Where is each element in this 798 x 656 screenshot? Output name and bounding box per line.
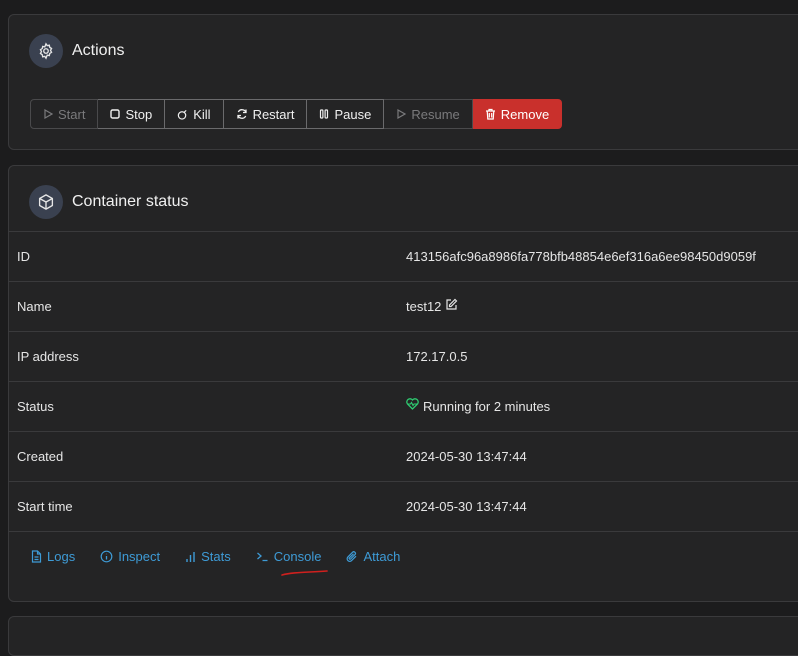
remove-button-label: Remove — [500, 106, 550, 122]
start-button-label: Start — [58, 106, 86, 122]
terminal-icon — [256, 552, 268, 562]
created-value: 2024-05-30 13:47:44 — [406, 449, 527, 464]
kill-button[interactable]: Kill — [165, 99, 224, 129]
actions-title: Actions — [72, 42, 125, 59]
console-link[interactable]: Console — [256, 549, 322, 564]
restart-button[interactable]: Restart — [223, 99, 308, 129]
file-icon — [31, 550, 42, 563]
action-button-group: Start Stop Kill Restart Pause Resume Rem… — [30, 99, 563, 129]
id-label: ID — [17, 249, 30, 264]
remove-button[interactable]: Remove — [472, 99, 563, 129]
status-row-start-time: Start time 2024-05-30 13:47:44 — [9, 481, 798, 531]
logs-link[interactable]: Logs — [31, 549, 75, 564]
play-icon — [397, 109, 407, 119]
ip-value: 172.17.0.5 — [406, 349, 468, 364]
resume-button-label: Resume — [411, 106, 460, 122]
red-underline-annotation — [281, 570, 328, 576]
status-row-id: ID 413156afc96a8986fa778bfb48854e6ef316a… — [9, 231, 798, 281]
inspect-link-label: Inspect — [118, 549, 161, 564]
next-panel — [8, 616, 798, 656]
container-status-panel: Container status ID 413156afc96a8986fa77… — [8, 165, 798, 602]
play-icon — [44, 109, 53, 119]
paperclip-icon — [347, 551, 357, 562]
stats-link[interactable]: Stats — [185, 549, 231, 564]
container-status-header: Container status — [29, 185, 189, 219]
trash-icon — [485, 108, 495, 120]
edit-icon[interactable] — [445, 298, 458, 311]
cube-icon — [29, 185, 63, 219]
status-row-name: Name test12 — [9, 281, 798, 331]
ip-label: IP address — [17, 349, 79, 364]
name-value-wrap: test12 — [406, 298, 458, 314]
stats-link-label: Stats — [201, 549, 231, 564]
name-value: test12 — [406, 299, 442, 314]
created-label: Created — [17, 449, 64, 464]
container-links: Logs Inspect Stats Console Attach — [31, 549, 400, 564]
refresh-icon — [236, 109, 247, 119]
status-table: ID 413156afc96a8986fa778bfb48854e6ef316a… — [9, 231, 798, 532]
pause-icon — [320, 109, 329, 119]
id-value: 413156afc96a8986fa778bfb48854e6ef316a6ee… — [406, 249, 756, 264]
bomb-icon — [177, 109, 187, 120]
bar-chart-icon — [186, 551, 195, 562]
pause-button-label: Pause — [334, 106, 372, 122]
status-value-wrap: Running for 2 minutes — [406, 398, 551, 414]
info-icon — [100, 550, 113, 563]
resume-button[interactable]: Resume — [384, 99, 473, 129]
status-row-created: Created 2024-05-30 13:47:44 — [9, 431, 798, 481]
status-row-status: Status Running for 2 minutes — [9, 381, 798, 431]
status-value: Running for 2 minutes — [423, 399, 551, 414]
start-time-value: 2024-05-30 13:47:44 — [406, 499, 527, 514]
stop-button-label: Stop — [125, 106, 153, 122]
name-label: Name — [17, 299, 52, 314]
container-status-title: Container status — [72, 193, 189, 210]
logs-link-label: Logs — [47, 549, 76, 564]
gear-icon — [29, 34, 63, 68]
console-link-label: Console — [273, 549, 322, 564]
attach-link[interactable]: Attach — [346, 549, 400, 564]
start-time-label: Start time — [17, 499, 73, 514]
stop-icon — [110, 109, 121, 119]
actions-header: Actions — [29, 34, 124, 68]
actions-panel: Actions Start Stop Kill Restart Pause Re… — [8, 14, 798, 150]
start-button[interactable]: Start — [30, 99, 99, 129]
inspect-link[interactable]: Inspect — [100, 549, 160, 564]
status-label: Status — [17, 399, 54, 414]
attach-link-label: Attach — [363, 549, 401, 564]
stop-button[interactable]: Stop — [98, 99, 166, 129]
heartbeat-icon — [406, 398, 419, 410]
status-row-ip: IP address 172.17.0.5 — [9, 331, 798, 381]
kill-button-label: Kill — [193, 106, 211, 122]
pause-button[interactable]: Pause — [307, 99, 385, 129]
status-table-bottom-border — [9, 531, 798, 532]
restart-button-label: Restart — [252, 106, 295, 122]
